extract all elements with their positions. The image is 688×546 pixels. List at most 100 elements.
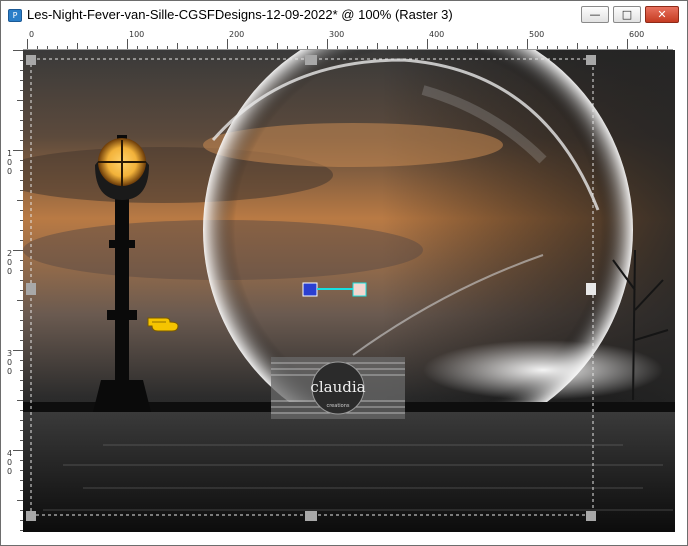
ruler-tick — [77, 43, 78, 49]
ruler-tick — [87, 46, 88, 49]
ruler-tick — [577, 43, 578, 49]
ruler-label: 0 — [29, 30, 35, 39]
ruler-tick — [157, 46, 158, 49]
ruler-tick — [597, 46, 598, 49]
ruler-tick — [247, 46, 248, 49]
watermark-subtitle: creations — [326, 403, 349, 409]
ruler-tick — [197, 46, 198, 49]
ruler-tick — [237, 46, 238, 49]
ruler-tick — [357, 46, 358, 49]
close-icon: ✕ — [657, 8, 667, 21]
ruler-tick — [317, 46, 318, 49]
handle-bottom[interactable] — [305, 511, 317, 521]
ruler-label: 0 — [7, 267, 13, 276]
ruler-tick — [13, 350, 23, 351]
ruler-tick — [487, 46, 488, 49]
ruler-tick — [13, 450, 23, 451]
ruler-label: 0 — [7, 467, 13, 476]
ruler-tick — [13, 50, 23, 51]
handle-right[interactable] — [586, 283, 596, 295]
ruler-tick — [347, 46, 348, 49]
ruler-tick — [447, 46, 448, 49]
horizon-glare — [423, 340, 663, 400]
ruler-tick — [57, 46, 58, 49]
ruler-tick — [187, 46, 188, 49]
maximize-button[interactable]: □ — [613, 6, 641, 23]
ruler-label: 1 — [7, 149, 13, 158]
ruler-label: 4 — [7, 449, 13, 458]
ruler-tick — [457, 46, 458, 49]
ruler-label: 0 — [7, 358, 13, 367]
close-button[interactable]: ✕ — [645, 6, 679, 23]
document-window: P Les-Night-Fever-van-Sille-CGSFDesigns-… — [0, 0, 688, 546]
ruler-tick — [647, 46, 648, 49]
ruler-tick — [477, 43, 478, 49]
water — [23, 412, 675, 532]
ruler-tick — [417, 46, 418, 49]
handle-left[interactable] — [26, 283, 36, 295]
ruler-tick — [117, 46, 118, 49]
ruler-label: 200 — [229, 30, 245, 39]
minimize-button[interactable]: — — [581, 6, 609, 23]
ruler-tick — [257, 46, 258, 49]
ruler-tick — [467, 46, 468, 49]
ruler-tick — [537, 46, 538, 49]
ruler-label: 0 — [7, 367, 13, 376]
ruler-tick — [527, 39, 528, 49]
ruler-tick — [37, 46, 38, 49]
ruler-tick — [97, 46, 98, 49]
ruler-label: 500 — [529, 30, 545, 39]
vertical-ruler[interactable]: 100200300400 — [4, 49, 24, 531]
ruler-tick — [627, 39, 628, 49]
title-bar[interactable]: P Les-Night-Fever-van-Sille-CGSFDesigns-… — [1, 1, 687, 29]
ruler-tick — [307, 46, 308, 49]
handle-top-left[interactable] — [26, 55, 36, 65]
ruler-tick — [497, 46, 498, 49]
ruler-corner — [4, 29, 23, 49]
ruler-tick — [437, 46, 438, 49]
image-canvas[interactable]: claudia creations — [23, 50, 675, 532]
handle-top-right[interactable] — [586, 55, 596, 65]
ruler-tick — [387, 46, 388, 49]
ruler-label: 600 — [629, 30, 645, 39]
pivot-start-handle[interactable] — [302, 282, 318, 297]
paintshop-app-icon: P — [8, 9, 22, 22]
rotation-handle[interactable] — [352, 282, 367, 297]
ruler-tick — [147, 46, 148, 49]
ruler-tick — [587, 46, 588, 49]
ruler-label: 0 — [7, 158, 13, 167]
ruler-tick — [427, 39, 428, 49]
ruler-tick — [217, 46, 218, 49]
watermark: claudia creations — [271, 357, 405, 419]
ruler-tick — [367, 46, 368, 49]
ruler-tick — [167, 46, 168, 49]
ruler-tick — [407, 46, 408, 49]
ruler-label: 300 — [329, 30, 345, 39]
handle-bottom-left[interactable] — [26, 511, 36, 521]
window-bottom-frame — [1, 532, 687, 545]
ruler-label: 400 — [429, 30, 445, 39]
ruler-tick — [127, 39, 128, 49]
ruler-tick — [177, 43, 178, 49]
handle-top[interactable] — [305, 55, 317, 65]
ruler-tick — [507, 46, 508, 49]
ruler-tick — [377, 43, 378, 49]
ruler-tick — [277, 43, 278, 49]
ruler-tick — [13, 150, 23, 151]
ruler-label: 100 — [129, 30, 145, 39]
ruler-label: 0 — [7, 258, 13, 267]
ruler-tick — [137, 46, 138, 49]
ruler-label: 0 — [7, 167, 13, 176]
ruler-tick — [517, 46, 518, 49]
ruler-tick — [397, 46, 398, 49]
ruler-tick — [657, 46, 658, 49]
horizontal-ruler[interactable]: 0 100 200 300 400 500 600 — [23, 29, 673, 50]
minimize-icon: — — [589, 8, 601, 21]
ruler-tick — [47, 46, 48, 49]
ruler-tick — [547, 46, 548, 49]
ruler-tick — [13, 250, 23, 251]
ruler-tick — [107, 46, 108, 49]
ruler-tick — [207, 46, 208, 49]
handle-bottom-right[interactable] — [586, 511, 596, 521]
ruler-tick — [607, 46, 608, 49]
